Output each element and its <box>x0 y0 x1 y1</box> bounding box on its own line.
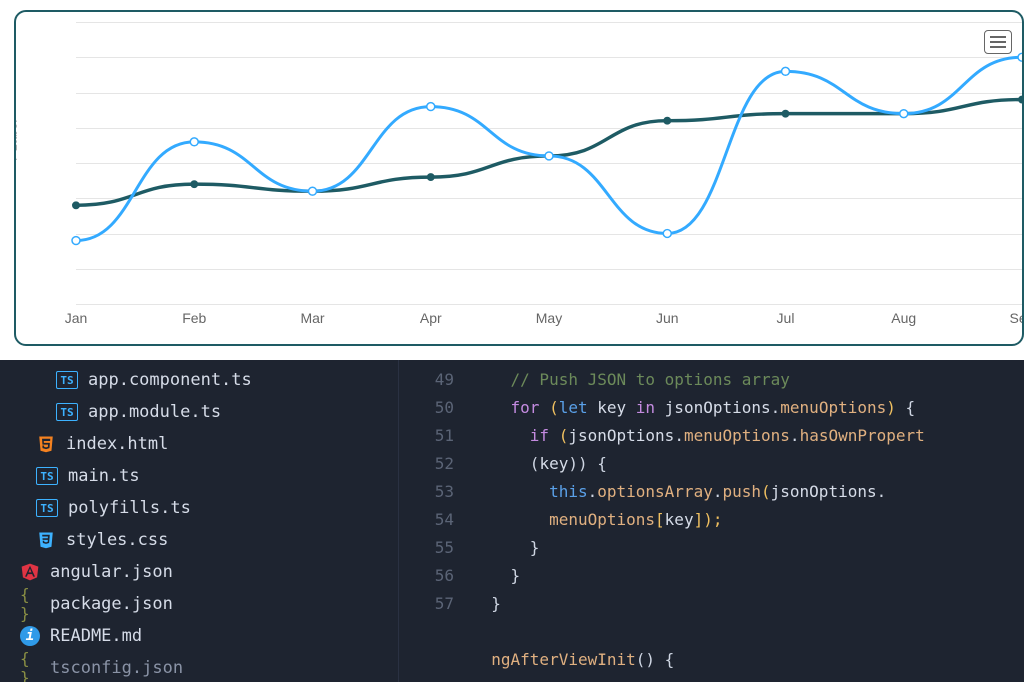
chart-point[interactable] <box>427 103 435 111</box>
ts-icon: TS <box>56 403 78 421</box>
line-number: 55 <box>399 534 454 562</box>
chart-point[interactable] <box>72 237 80 245</box>
chart-x-tick: Jun <box>656 310 679 326</box>
code-line: menuOptions[key]); <box>472 506 1024 534</box>
file-row[interactable]: TS app.component.ts <box>0 364 398 396</box>
chart-x-tick: Aug <box>891 310 916 326</box>
html5-icon <box>36 434 56 454</box>
grid-line <box>76 304 1022 305</box>
file-name: README.md <box>50 626 142 646</box>
chart-point[interactable] <box>1019 96 1024 103</box>
file-row[interactable]: styles.css <box>0 524 398 556</box>
file-row[interactable]: TS polyfills.ts <box>0 492 398 524</box>
chart-frame: Y Label Jan Feb Mar Apr May Jun Jul Aug Sep <box>14 10 1024 346</box>
hamburger-icon <box>990 36 1006 38</box>
file-row[interactable]: { } tsconfig.json <box>0 652 398 682</box>
line-number: 54 <box>399 506 454 534</box>
code-line: ngAfterViewInit() { <box>472 646 1024 674</box>
code-line: } <box>472 590 1024 618</box>
code-line: // Push JSON to options array <box>472 366 1024 394</box>
line-number: 56 <box>399 562 454 590</box>
file-row[interactable]: angular.json <box>0 556 398 588</box>
chart-x-tick: Mar <box>300 310 324 326</box>
chart-point[interactable] <box>782 67 790 75</box>
chart-plot-area <box>76 22 1022 304</box>
chart-series-light <box>76 57 1022 240</box>
code-line: (key)) { <box>472 450 1024 478</box>
chart-x-tick: Feb <box>182 310 206 326</box>
chart-point[interactable] <box>309 187 317 195</box>
file-row[interactable]: i README.md <box>0 620 398 652</box>
file-row[interactable]: TS main.ts <box>0 460 398 492</box>
chart-point[interactable] <box>190 138 198 146</box>
code-area[interactable]: // Push JSON to options array for (let k… <box>472 360 1024 682</box>
file-name: package.json <box>50 594 173 614</box>
line-number: 53 <box>399 478 454 506</box>
chart-point[interactable] <box>663 230 671 238</box>
code-line: if (jsonOptions.menuOptions.hasOwnProper… <box>472 422 1024 450</box>
line-number: 50 <box>399 394 454 422</box>
file-row[interactable]: index.html <box>0 428 398 460</box>
file-row[interactable]: { } package.json <box>0 588 398 620</box>
chart-point[interactable] <box>782 110 789 117</box>
chart-point[interactable] <box>664 117 671 124</box>
json-icon: { } <box>20 658 40 678</box>
chart-point[interactable] <box>73 202 80 209</box>
chart-x-axis: JanFebMarAprMayJunJulAugSep <box>76 310 1022 334</box>
chart-x-tick: Jan <box>65 310 88 326</box>
file-name: angular.json <box>50 562 173 582</box>
code-editor: 495051525354555657 // Push JSON to optio… <box>398 360 1024 682</box>
chart-point[interactable] <box>191 181 198 188</box>
ts-icon: TS <box>36 499 58 517</box>
chart-point[interactable] <box>1018 53 1024 61</box>
file-row[interactable]: TS app.module.ts <box>0 396 398 428</box>
code-line: } <box>472 534 1024 562</box>
file-name: index.html <box>66 434 168 454</box>
line-number: 57 <box>399 590 454 618</box>
file-name: main.ts <box>68 466 140 486</box>
chart-x-tick: Jul <box>777 310 795 326</box>
ts-icon: TS <box>56 371 78 389</box>
chart-point[interactable] <box>545 152 553 160</box>
line-number: 49 <box>399 366 454 394</box>
file-explorer: TS app.component.ts TS app.module.ts index.h… <box>0 360 398 682</box>
chart-y-label: Y Label <box>14 120 20 164</box>
css-icon <box>36 530 56 550</box>
line-number: 51 <box>399 422 454 450</box>
file-name: app.component.ts <box>88 370 252 390</box>
file-name: styles.css <box>66 530 168 550</box>
ide-panel: TS app.component.ts TS app.module.ts index.h… <box>0 360 1024 682</box>
chart-x-tick: Apr <box>420 310 442 326</box>
ts-icon: TS <box>36 467 58 485</box>
chart-menu-button[interactable] <box>984 30 1012 54</box>
code-line: for (let key in jsonOptions.menuOptions)… <box>472 394 1024 422</box>
code-line <box>472 618 1024 646</box>
line-number: 52 <box>399 450 454 478</box>
json-icon: { } <box>20 594 40 614</box>
chart-point[interactable] <box>900 110 908 118</box>
line-gutter: 495051525354555657 <box>398 360 472 682</box>
info-icon: i <box>20 626 40 646</box>
code-line: this.optionsArray.push(jsonOptions. <box>472 478 1024 506</box>
angular-icon <box>20 562 40 582</box>
chart-panel: Y Label Jan Feb Mar Apr May Jun Jul Aug Sep <box>0 0 1024 360</box>
chart-x-tick: May <box>536 310 562 326</box>
chart-point[interactable] <box>427 174 434 181</box>
file-name: polyfills.ts <box>68 498 191 518</box>
file-name: app.module.ts <box>88 402 221 422</box>
code-line: } <box>472 562 1024 590</box>
file-name: tsconfig.json <box>50 658 183 678</box>
chart-x-tick: Sep <box>1010 310 1024 326</box>
